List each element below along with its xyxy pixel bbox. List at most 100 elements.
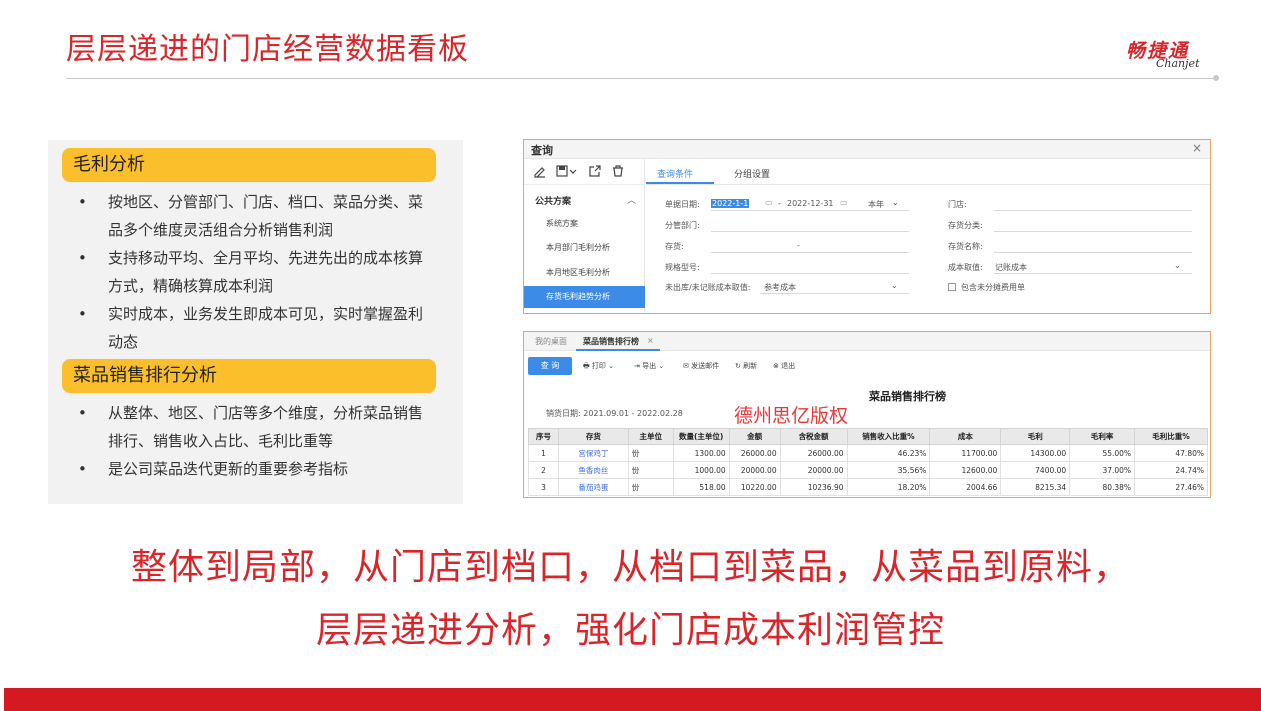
ranking-report-window: 我的桌面 菜品销售排行榜 × 查 询 🖶 打印 ⌄ ⇥ 导出 ⌄ ✉ 发送邮件 … [523, 331, 1211, 498]
query-dialog-title: 查询 [531, 144, 553, 157]
copyright-watermark: 德州思亿版权 [734, 405, 849, 427]
inventory-field[interactable] [711, 252, 909, 253]
sidebar-item-dept-profit[interactable]: 本月部门毛利分析 [524, 237, 645, 259]
delete-icon[interactable] [611, 164, 625, 178]
sales-date-range: 销货日期: 2021.09.01 - 2022.02.28 [546, 409, 683, 418]
tab-dish-ranking[interactable]: 菜品销售排行榜 [583, 336, 639, 347]
print-button[interactable]: 🖶 打印 ⌄ [583, 361, 614, 373]
section-heading-gross-profit: 毛利分析 [62, 148, 436, 182]
close-icon[interactable]: × [647, 336, 654, 345]
inv-class-label: 存货分类: [948, 221, 983, 230]
column-header[interactable]: 毛利比重% [1134, 428, 1208, 445]
list-item: • 按地区、分管部门、门店、档口、菜品分类、菜 品多个维度灵活组合分析销售利润 [78, 193, 424, 239]
export-button[interactable]: ⇥ 导出 ⌄ [634, 361, 664, 371]
report-title: 菜品销售排行榜 [869, 390, 946, 403]
column-header[interactable]: 销售收入比重% [846, 428, 931, 445]
store-field[interactable] [994, 210, 1192, 211]
slogan-line-2: 层层递进分析，强化门店成本利润管控 [315, 610, 945, 651]
send-email-button[interactable]: ✉ 发送邮件 [683, 361, 719, 371]
chanjet-logo: 畅捷通 Chanjet [1126, 36, 1216, 72]
calendar-icon[interactable]: ▭ [765, 198, 773, 207]
date-label: 单据日期: [665, 200, 700, 209]
period-select[interactable]: 本年 [868, 199, 884, 210]
calendar-icon[interactable]: ▭ [840, 198, 848, 207]
section-heading-dish-ranking: 菜品销售排行分析 [62, 359, 436, 393]
gross-profit-bullets: • 按地区、分管部门、门店、档口、菜品分类、菜 品多个维度灵活组合分析销售利润 • 支… [74, 188, 444, 356]
bottom-brand-bar [4, 688, 1261, 711]
list-item: • 实时成本，业务发生即成本可见，实时掌握盈利 动态 [78, 305, 424, 351]
title-divider [66, 78, 1216, 79]
list-item: • 从整体、地区、门店等多个维度，分析菜品销售 排行、销售收入占比、毛利比重等 [78, 404, 424, 450]
cost-label: 成本取值: [948, 263, 983, 272]
dept-field[interactable] [711, 231, 909, 232]
tab-my-desktop[interactable]: 我的桌面 [535, 336, 567, 347]
logo-en-text: Chanjet [1156, 57, 1200, 70]
sidebar-item-region-profit[interactable]: 本月地区毛利分析 [524, 262, 645, 284]
page-title: 层层递进的门店经营数据看板 [66, 32, 469, 67]
unposted-underline [760, 293, 909, 294]
chevron-down-icon[interactable]: ⌄ [891, 281, 898, 290]
dish-ranking-bullets: • 从整体、地区、门店等多个维度，分析菜品销售 排行、销售收入占比、毛利比重等 • 是… [74, 399, 444, 483]
report-tabbar: 我的桌面 菜品销售排行榜 × [524, 332, 1210, 351]
column-header[interactable]: 主单位 [627, 428, 674, 445]
spec-label: 规格型号: [665, 263, 700, 272]
column-header[interactable]: 毛利率 [1069, 428, 1136, 445]
date-to-input[interactable]: 2022-12-31 [787, 199, 834, 208]
column-header[interactable]: 序号 [528, 428, 559, 445]
inv-name-label: 存货名称: [948, 242, 983, 251]
table-row[interactable]: 2 鱼香肉丝 份 1000.00 20000.00 20000.00 35.56… [528, 461, 1208, 479]
inventory-separator: - [797, 241, 800, 250]
active-tab-indicator [646, 182, 714, 184]
title-divider-dot [1213, 75, 1219, 81]
scheme-sidebar: 公共方案 ︿ 系统方案 本月部门毛利分析 本月地区毛利分析 存货毛利趋势分析 [524, 159, 645, 313]
query-dialog: 查询 × 公共方案 ︿ 系统方案 本月部门毛利分析 本月地区毛利分析 存货毛利趋… [523, 139, 1211, 314]
spec-field[interactable] [711, 273, 909, 274]
column-header[interactable]: 数量(主单位) [672, 428, 730, 445]
chevron-up-icon[interactable]: ︿ [627, 193, 636, 206]
feature-panel: 毛利分析 • 按地区、分管部门、门店、档口、菜品分类、菜 品多个维度灵活组合分析销售… [48, 140, 463, 504]
unposted-select[interactable]: 参考成本 [764, 282, 796, 293]
table-row[interactable]: 3 番茄鸡蛋 份 518.00 10220.00 10236.90 18.20%… [528, 478, 1208, 496]
exit-button[interactable]: ⊗ 退出 [773, 361, 795, 371]
inv-name-field[interactable] [994, 252, 1192, 253]
slogan-line-1: 整体到局部，从门店到档口，从档口到菜品，从菜品到原料， [130, 547, 1130, 588]
chevron-down-icon[interactable] [569, 164, 577, 178]
refresh-button[interactable]: ↻ 刷新 [735, 361, 757, 371]
column-header[interactable]: 成本 [929, 428, 1002, 445]
dish-link[interactable]: 番茄鸡蛋 [557, 478, 629, 496]
list-item: • 支持移动平均、全月平均、先进先出的成本核算 方式，精确核算成本利润 [78, 249, 424, 295]
cost-select[interactable]: 记账成本 [995, 262, 1027, 273]
sidebar-item-inventory-trend[interactable]: 存货毛利趋势分析 [524, 286, 645, 308]
dept-label: 分管部门: [665, 221, 700, 230]
chevron-down-icon[interactable]: ⌄ [892, 198, 899, 207]
date-from-input[interactable]: 2022-1-1 [711, 199, 750, 208]
query-button[interactable]: 查 询 [528, 357, 572, 375]
table-row[interactable]: 1 宫保鸡丁 份 1300.00 26000.00 26000.00 46.23… [528, 444, 1208, 462]
cost-underline [994, 273, 1192, 274]
dish-link[interactable]: 宫保鸡丁 [557, 444, 629, 462]
unposted-label: 未出库/未记账成本取值: [665, 283, 751, 292]
date-underline [711, 210, 909, 211]
column-header[interactable]: 存货 [557, 428, 629, 445]
list-item: • 是公司菜品迭代更新的重要参考指标 [78, 460, 349, 478]
column-header[interactable]: 毛利 [1000, 428, 1071, 445]
column-header[interactable]: 金额 [728, 428, 781, 445]
public-scheme-heading: 公共方案 [535, 197, 572, 207]
ranking-table: 序号 存货 主单位 数量(主单位) 金额 含税金额 销售收入比重% 成本 毛利 … [528, 428, 1208, 496]
export-icon[interactable] [588, 164, 602, 178]
close-icon[interactable]: × [1192, 141, 1202, 155]
date-separator: - [778, 199, 781, 208]
save-icon[interactable] [555, 164, 569, 178]
tab-query-conditions[interactable]: 查询条件 [657, 167, 693, 180]
table-header-row: 序号 存货 主单位 数量(主单位) 金额 含税金额 销售收入比重% 成本 毛利 … [528, 428, 1208, 445]
store-label: 门店: [948, 200, 967, 209]
query-tabs: 查询条件 分组设置 [646, 159, 1210, 185]
tab-group-settings[interactable]: 分组设置 [734, 167, 770, 180]
chevron-down-icon[interactable]: ⌄ [1174, 261, 1181, 270]
include-expense-checkbox[interactable] [948, 283, 956, 291]
edit-icon[interactable] [533, 164, 547, 178]
column-header[interactable]: 含税金额 [779, 428, 848, 445]
sidebar-item-system-scheme[interactable]: 系统方案 [524, 213, 645, 235]
dish-link[interactable]: 鱼香肉丝 [557, 461, 629, 479]
inv-class-field[interactable] [994, 231, 1192, 232]
